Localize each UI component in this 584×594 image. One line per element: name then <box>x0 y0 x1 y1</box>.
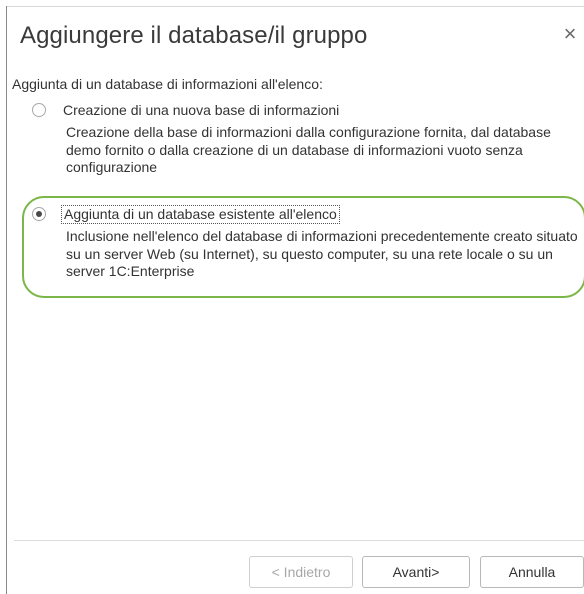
radio-new-database[interactable] <box>32 103 46 117</box>
prompt-text: Aggiunta di un database di informazioni … <box>12 76 323 92</box>
option-new-database-description: Creazione della base di informazioni dal… <box>66 124 551 175</box>
highlight-annotation <box>22 196 584 298</box>
window-top-border <box>6 6 584 7</box>
next-button[interactable]: Avanti> <box>362 556 470 588</box>
footer-separator <box>14 540 584 541</box>
cancel-button[interactable]: Annulla <box>480 556 584 588</box>
dialog-title: Aggiungere il database/il gruppo <box>20 22 368 49</box>
option-new-database: Creazione di una nuova base di informazi… <box>32 100 584 177</box>
back-button[interactable]: < Indietro <box>249 556 353 588</box>
close-icon[interactable]: × <box>560 22 580 46</box>
window-left-border <box>6 6 7 594</box>
option-new-database-label[interactable]: Creazione di una nuova base di informazi… <box>62 102 340 119</box>
